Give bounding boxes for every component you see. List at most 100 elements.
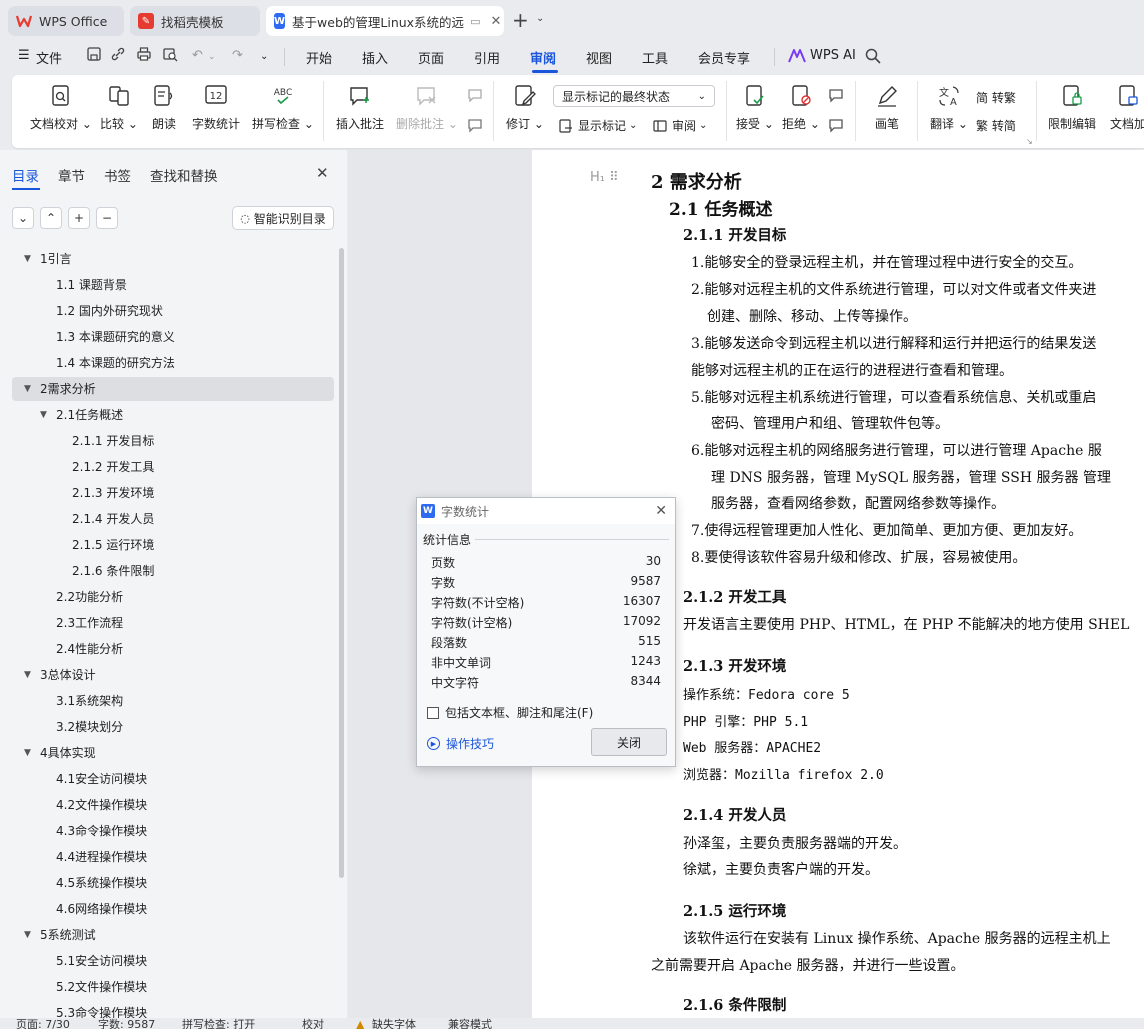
toc-item[interactable]: 5.2文件操作模块 bbox=[56, 975, 147, 999]
doc-heading[interactable]: 2.1 任务概述 bbox=[669, 195, 773, 220]
link-icon[interactable] bbox=[110, 46, 128, 64]
heading-drag-handle-icon[interactable]: H₁ ⠿ bbox=[590, 170, 619, 185]
print-preview-icon[interactable] bbox=[162, 46, 180, 64]
toc-item[interactable]: 4.6网络操作模块 bbox=[56, 897, 147, 921]
new-tab-plus-icon[interactable]: + bbox=[512, 10, 529, 30]
review-pane-button[interactable]: 审阅 ⌄ bbox=[652, 117, 707, 134]
doc-heading[interactable]: 2.1.5 运行环境 bbox=[683, 900, 786, 921]
restrict-edit-button[interactable]: 限制编辑 bbox=[1048, 83, 1096, 132]
prev-change-icon[interactable] bbox=[827, 87, 845, 105]
doc-heading[interactable]: 2.1.6 条件限制 bbox=[683, 994, 786, 1015]
toc-item[interactable]: 2.1.6 条件限制 bbox=[72, 559, 154, 583]
close-icon[interactable]: ✕ bbox=[655, 503, 667, 519]
tab-document[interactable]: W 基于web的管理Linux系统的远 ▭ ✕ bbox=[266, 6, 504, 36]
redo-icon[interactable]: ↷ bbox=[232, 48, 243, 63]
print-icon[interactable] bbox=[136, 46, 154, 64]
doc-paragraph-line[interactable]: 7.使得远程管理更加人性化、更加简单、更加方便、更加友好。 bbox=[691, 520, 1082, 540]
word-count-button[interactable]: 12 字数统计 bbox=[192, 83, 240, 132]
toc-item[interactable]: 3.1系统架构 bbox=[56, 689, 123, 713]
doc-paragraph-line[interactable]: 5.能够对远程主机系统进行管理，可以查看系统信息、关机或重启 bbox=[691, 387, 1096, 407]
toc-item[interactable]: 2.1.3 开发环境 bbox=[72, 481, 154, 505]
menu-references[interactable]: 引用 bbox=[474, 48, 500, 67]
doc-paragraph-line[interactable]: 操作系统：Fedora core 5 bbox=[683, 684, 850, 703]
to-traditional-button[interactable]: 简 转繁 bbox=[976, 89, 1016, 106]
save-icon[interactable] bbox=[86, 46, 104, 64]
translate-button[interactable]: 文A 翻译 ⌄ bbox=[930, 83, 968, 132]
toc-item[interactable]: 4.2文件操作模块 bbox=[56, 793, 147, 817]
doc-paragraph-line[interactable]: 能够对远程主机的正在运行的进程进行查看和管理。 bbox=[691, 360, 1013, 380]
compare-button[interactable]: 比较 ⌄ bbox=[100, 83, 138, 132]
toc-item[interactable]: 4.4进程操作模块 bbox=[56, 845, 147, 869]
panel-tab-toc[interactable]: 目录 bbox=[12, 165, 39, 185]
panel-tab-sections[interactable]: 章节 bbox=[58, 165, 85, 185]
include-textbox-checkbox[interactable]: 包括文本框、脚注和尾注(F) bbox=[427, 704, 593, 721]
doc-paragraph-line[interactable]: 创建、删除、移动、上传等操作。 bbox=[707, 306, 917, 326]
menu-tools[interactable]: 工具 bbox=[642, 48, 668, 67]
toc-item[interactable]: 5.1安全访问模块 bbox=[56, 949, 147, 973]
menu-view[interactable]: 视图 bbox=[586, 48, 612, 67]
panel-tab-bookmarks[interactable]: 书签 bbox=[104, 165, 131, 185]
doc-heading[interactable]: 2 需求分析 bbox=[651, 168, 742, 194]
caret-down-icon[interactable]: ▼ bbox=[24, 247, 31, 271]
caret-down-icon[interactable]: ▼ bbox=[24, 377, 31, 401]
reject-button[interactable]: 拒绝 ⌄ bbox=[782, 83, 820, 132]
toc-item[interactable]: 4.5系统操作模块 bbox=[56, 871, 147, 895]
tab-wps-office[interactable]: WPS Office bbox=[8, 6, 124, 36]
status-spell[interactable]: 拼写检查: 打开 bbox=[182, 1019, 255, 1029]
toc-item[interactable]: 4.1安全访问模块 bbox=[56, 767, 147, 791]
status-proof[interactable]: 校对 bbox=[302, 1019, 324, 1029]
caret-down-icon[interactable]: ▼ bbox=[40, 403, 47, 427]
markup-state-select[interactable]: 显示标记的最终状态 ⌄ bbox=[553, 85, 715, 107]
doc-paragraph-line[interactable]: 浏览器：Mozilla firefox 2.0 bbox=[683, 764, 884, 783]
dialog-close-button[interactable]: 关闭 bbox=[591, 728, 667, 756]
doc-paragraph-line[interactable]: 孙泽玺，主要负责服务器端的开发。 bbox=[683, 833, 907, 853]
doc-paragraph-line[interactable]: 之前需要开启 Apache 服务器，并进行一些设置。 bbox=[651, 955, 964, 975]
doc-paragraph-line[interactable]: 6.能够对远程主机的网络服务进行管理，可以进行管理 Apache 服 bbox=[691, 440, 1102, 460]
close-panel-icon[interactable]: ✕ bbox=[316, 164, 329, 182]
show-markup-button[interactable]: 显示标记 ⌄ bbox=[558, 117, 637, 134]
toc-item[interactable]: 2.1.1 开发目标 bbox=[72, 429, 154, 453]
toc-item[interactable]: 3.2模块划分 bbox=[56, 715, 123, 739]
toc-item[interactable]: ▼ 2需求分析 bbox=[24, 377, 96, 401]
next-change-icon[interactable] bbox=[827, 117, 845, 135]
toc-item[interactable]: 2.1.5 运行环境 bbox=[72, 533, 154, 557]
toc-item[interactable]: 1.1 课题背景 bbox=[56, 273, 127, 297]
menu-layout[interactable]: 页面 bbox=[418, 48, 444, 67]
doc-heading[interactable]: 2.1.4 开发人员 bbox=[683, 804, 786, 825]
status-missing-font[interactable]: 缺失字体 bbox=[372, 1019, 416, 1029]
insert-comment-button[interactable]: 插入批注 bbox=[336, 83, 384, 132]
toc-item[interactable]: 1.3 本课题研究的意义 bbox=[56, 325, 175, 349]
toc-item[interactable]: ▼ 3总体设计 bbox=[24, 663, 96, 687]
toc-item[interactable]: 2.1.4 开发人员 bbox=[72, 507, 154, 531]
doc-paragraph-line[interactable]: PHP 引擎：PHP 5.1 bbox=[683, 711, 808, 730]
caret-down-icon[interactable]: ▼ bbox=[24, 663, 31, 687]
delete-comment-button[interactable]: 删除批注 ⌄ bbox=[396, 83, 458, 132]
doc-heading[interactable]: 2.1.2 开发工具 bbox=[683, 586, 786, 607]
toc-item[interactable]: 1.4 本课题的研究方法 bbox=[56, 351, 175, 375]
to-simplified-button[interactable]: 繁 转简 bbox=[976, 117, 1016, 134]
prev-comment-icon[interactable] bbox=[466, 87, 484, 105]
status-page[interactable]: 页面: 7/30 bbox=[16, 1019, 70, 1029]
chevron-down-icon[interactable]: ⌄ bbox=[536, 13, 544, 24]
tips-link[interactable]: ▶ 操作技巧 bbox=[427, 735, 494, 752]
undo-icon[interactable]: ↶ bbox=[192, 48, 203, 63]
toc-item[interactable]: ▼ 4具体实现 bbox=[24, 741, 96, 765]
read-aloud-button[interactable]: 朗读 bbox=[151, 83, 177, 132]
status-words[interactable]: 字数: 9587 bbox=[98, 1019, 155, 1029]
toc-item[interactable]: 2.4性能分析 bbox=[56, 637, 123, 661]
doc-paragraph-line[interactable]: 密码、管理用户和组、管理软件包等。 bbox=[711, 413, 949, 433]
toc-item[interactable]: 2.2功能分析 bbox=[56, 585, 123, 609]
pen-button[interactable]: 画笔 bbox=[874, 83, 900, 132]
toc-item[interactable]: ▼ 1引言 bbox=[24, 247, 72, 271]
doc-paragraph-line[interactable]: 理 DNS 服务器，管理 MySQL 服务器，管理 SSH 服务器 管理 bbox=[711, 467, 1111, 487]
doc-heading[interactable]: 2.1.3 开发环境 bbox=[683, 655, 786, 676]
doc-paragraph-line[interactable]: Web 服务器：APACHE2 bbox=[683, 737, 821, 756]
quick-access-dropdown-icon[interactable]: ⌄ bbox=[260, 51, 268, 62]
toc-item[interactable]: 1.2 国内外研究现状 bbox=[56, 299, 163, 323]
undo-dropdown-icon[interactable]: ⌄ bbox=[208, 52, 216, 62]
panel-tab-find-replace[interactable]: 查找和替换 bbox=[150, 165, 218, 185]
menu-home[interactable]: 开始 bbox=[306, 48, 332, 67]
menu-review[interactable]: 审阅 bbox=[530, 48, 556, 67]
search-icon[interactable] bbox=[864, 47, 882, 65]
menu-member[interactable]: 会员专享 bbox=[698, 48, 750, 67]
